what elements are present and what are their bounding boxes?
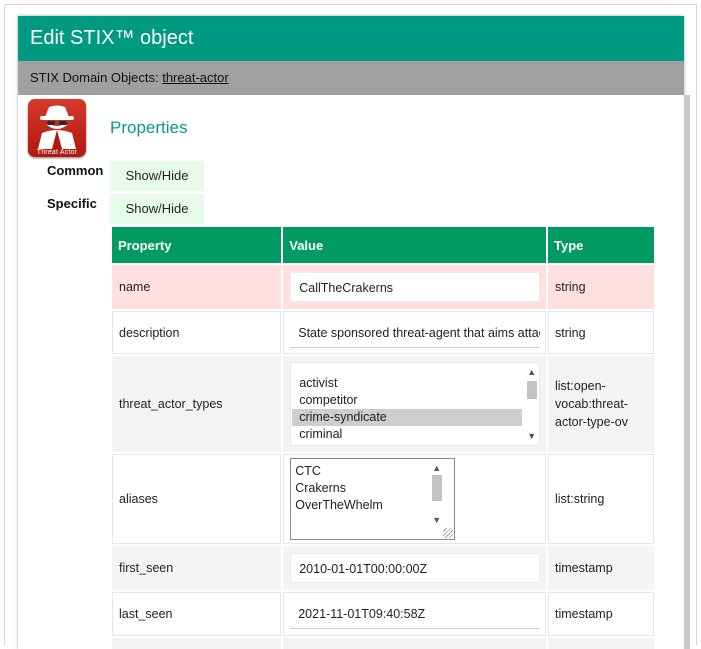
table-row-first-seen: first_seen 2010-01-01T00:00:00Z timestam…	[112, 546, 654, 590]
type-cell: timestamp	[548, 546, 654, 590]
value-cell: CallTheCrakerns	[283, 265, 546, 309]
show-hide-specific-button[interactable]: Show/Hide	[110, 194, 204, 224]
properties-table: Property Value Type name CallTheCrakerns…	[110, 225, 656, 649]
type-cell: list:open-vocab:threat-actor-type-ov	[548, 356, 654, 452]
table-row-last-seen: last_seen 2021-11-01T09:40:58Z timestamp	[112, 592, 654, 636]
type-cell: string	[548, 311, 654, 354]
show-hide-common-button[interactable]: Show/Hide	[110, 161, 204, 191]
dialog-scrollbar[interactable]	[684, 95, 690, 649]
property-name-cell: first_seen	[112, 546, 282, 590]
aliases-textarea[interactable]: CTC Crakerns OverTheWhelm ▲ ▼	[290, 458, 456, 540]
type-cell: string	[548, 265, 654, 309]
threat-actor-icon: Threat Actor	[28, 99, 86, 157]
table-row-name: name CallTheCrakerns string	[112, 265, 654, 309]
value-cell: 2021-11-01T09:40:58Z	[283, 592, 546, 636]
chevron-down-icon[interactable]: ▼	[524, 429, 539, 443]
textarea-scrollbar-thumb[interactable]	[432, 475, 443, 501]
select-option-selected[interactable]: crime-syndicate	[292, 409, 523, 426]
name-input[interactable]: CallTheCrakerns	[290, 272, 541, 302]
table-row-threat-actor-types: threat_actor_types activist competitor c…	[112, 356, 654, 452]
object-type-link[interactable]: threat-actor	[162, 70, 228, 85]
select-option[interactable]: competitor	[292, 392, 522, 409]
select-option[interactable]: criminal	[292, 426, 522, 443]
dialog-title: Edit STIX™ object	[18, 16, 684, 61]
threat-actor-types-select[interactable]: activist competitor crime-syndicate crim…	[290, 362, 541, 446]
breadcrumb-prefix: STIX Domain Objects:	[30, 70, 163, 85]
select-option[interactable]: hacker	[292, 443, 522, 445]
type-cell: list:string	[548, 454, 654, 544]
value-cell: CTC Crakerns OverTheWhelm ▲ ▼	[283, 454, 546, 544]
property-name-cell: name	[112, 265, 282, 309]
chevron-down-icon[interactable]: ▼	[429, 513, 444, 527]
value-cell: State sponsored threat-agent that aims a…	[283, 311, 546, 354]
chevron-up-icon[interactable]: ▲	[524, 365, 539, 379]
description-input[interactable]: State sponsored threat-agent that aims a…	[290, 318, 541, 348]
select-scrollbar[interactable]: ▲ ▼	[524, 363, 540, 445]
chevron-up-icon[interactable]: ▲	[429, 461, 444, 475]
value-cell: 2010-01-01T00:00:00Z	[283, 546, 546, 590]
logo-label: Threat Actor	[36, 149, 78, 156]
value-cell: activist competitor crime-syndicate crim…	[283, 356, 546, 452]
column-header-property: Property	[112, 227, 282, 263]
column-header-type: Type	[548, 227, 654, 263]
properties-heading: Properties	[110, 118, 188, 137]
last-seen-input[interactable]: 2021-11-01T09:40:58Z	[290, 599, 541, 629]
specific-label: Specific	[47, 196, 97, 211]
textarea-scrollbar[interactable]: ▲ ▼	[429, 459, 445, 529]
table-header-row: Property Value Type	[112, 227, 654, 263]
common-label: Common	[47, 163, 104, 178]
alias-line: Crakerns	[295, 481, 346, 495]
select-scrollbar-thumb[interactable]	[527, 381, 538, 399]
property-name-cell: last_seen	[112, 592, 282, 636]
column-header-value: Value	[283, 227, 546, 263]
select-option[interactable]: activist	[292, 375, 522, 392]
table-row-description: description State sponsored threat-agent…	[112, 311, 654, 354]
property-name-cell: description	[112, 311, 282, 354]
table-row-aliases: aliases CTC Crakerns OverTheWhelm ▲ ▼ li…	[112, 454, 654, 544]
first-seen-input[interactable]: 2010-01-01T00:00:00Z	[290, 553, 541, 583]
property-name-cell: aliases	[112, 454, 282, 544]
breadcrumb: STIX Domain Objects: threat-actor	[18, 61, 684, 95]
type-cell: timestamp	[548, 592, 654, 636]
alias-line: OverTheWhelm	[295, 498, 383, 512]
alias-line: CTC	[295, 464, 321, 478]
dialog-scrollbar-thumb[interactable]	[684, 95, 690, 649]
property-name-cell: threat_actor_types	[112, 356, 282, 452]
resize-grip-icon[interactable]	[443, 528, 454, 538]
table-row-partial	[112, 638, 654, 649]
